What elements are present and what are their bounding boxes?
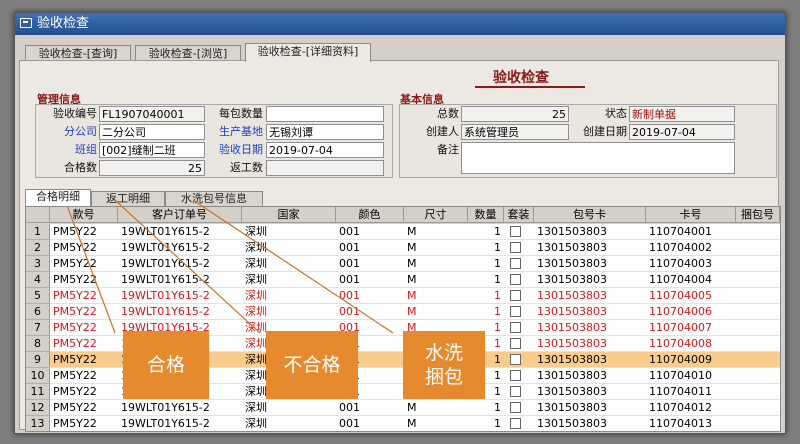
callout-line-wash [192, 199, 394, 334]
callout-line-unqualified [114, 199, 261, 334]
tab-details[interactable]: 验收检查-[详细资料] [245, 43, 371, 62]
callout-wash-line2: 捆包 [424, 366, 463, 388]
subtab-qualified[interactable]: 合格明细 [25, 189, 91, 206]
callout-wash-pack: 水洗 捆包 [403, 331, 485, 399]
main-window: 验收检查 验收检查-[查询] 验收检查-[浏览] 验收检查-[详细资料] 验收检… [14, 12, 786, 434]
callout-line-qualified [64, 199, 116, 334]
callout-wash-line1: 水洗 [424, 342, 463, 364]
callout-qualified: 合格 [123, 331, 209, 399]
callout-unqualified: 不合格 [266, 331, 358, 399]
